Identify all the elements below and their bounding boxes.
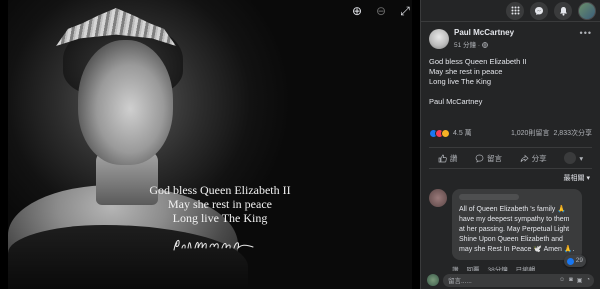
comment-input[interactable]: 留言...... ☺ ◙ ▣ ◔ [443, 273, 594, 287]
comment-icon [475, 154, 484, 163]
share-button[interactable]: 分享 [520, 153, 547, 164]
account-avatar[interactable] [578, 1, 596, 20]
comment-reaction-badge[interactable]: 29 [563, 255, 586, 267]
comment-item: All of Queen Elizabeth 's family 🙏 have … [421, 183, 600, 267]
globe-avatar-icon [564, 152, 577, 164]
notifications-icon[interactable] [554, 1, 572, 20]
comment-button[interactable]: 留言 [475, 153, 502, 164]
photo-viewer: God bless Queen Elizabeth II May she res… [0, 0, 420, 289]
post-side-panel: Paul McCartney 51 分鐘 · ••• God bless Que… [420, 0, 600, 289]
facebook-photo-viewer: God bless Queen Elizabeth II May she res… [0, 0, 600, 289]
comment-bubble: All of Queen Elizabeth 's family 🙏 have … [452, 189, 586, 267]
comment-sort-selector[interactable]: 最相關 ▾ [421, 169, 600, 183]
comment-text: All of Queen Elizabeth 's family 🙏 have … [459, 206, 575, 253]
post-author[interactable]: Paul McCartney [454, 28, 514, 37]
reaction-icons[interactable] [429, 128, 450, 138]
public-globe-icon: · [478, 41, 488, 49]
reactions-count[interactable]: 4.5 萬 [453, 128, 472, 138]
like-button[interactable]: 讚 [438, 153, 457, 164]
comment-composer: 留言...... ☺ ◙ ▣ ◔ [421, 271, 600, 289]
post-stats: 4.5 萬 1,020則留言 2,833次分享 [421, 127, 600, 139]
like-reaction-icon [566, 257, 574, 265]
chevron-down-icon: ▾ [579, 153, 584, 163]
post-more-options-icon[interactable]: ••• [580, 28, 592, 38]
audience-selector[interactable]: ▾ [564, 152, 583, 164]
zoom-in-icon[interactable]: ⊕ [350, 4, 364, 18]
commenter-avatar[interactable] [429, 189, 447, 207]
camera-icon[interactable]: ◙ [569, 277, 573, 284]
post-time[interactable]: 51 分鐘 [454, 42, 476, 49]
messenger-icon[interactable] [530, 1, 548, 20]
photo-quote-text: God bless Queen Elizabeth II May she res… [149, 183, 291, 225]
paul-mccartney-signature [173, 239, 254, 251]
shares-count[interactable]: 2,833次分享 [553, 128, 592, 138]
sticker-icon[interactable]: ◔ [586, 277, 590, 284]
thumbs-up-icon [438, 154, 447, 162]
zoom-out-icon[interactable]: ⊖ [374, 4, 388, 18]
composer-avatar [427, 274, 439, 286]
menu-grid-icon[interactable] [506, 1, 524, 20]
post-text: God bless Queen Elizabeth II May she res… [429, 57, 527, 106]
author-avatar[interactable] [429, 28, 449, 49]
fullscreen-icon[interactable]: ⤢ [398, 4, 412, 18]
commenter-name-redacted[interactable] [459, 194, 519, 200]
post-action-bar: 讚 留言 分享 ▾ [429, 147, 592, 169]
top-navigation [421, 0, 600, 22]
share-icon [520, 154, 529, 162]
emoji-icon[interactable]: ☺ [559, 277, 565, 284]
viewer-toolbar: ⊕ ⊖ ⤢ [350, 4, 412, 19]
comments-count[interactable]: 1,020則留言 [511, 128, 550, 138]
post-header: Paul McCartney 51 分鐘 · ••• [421, 22, 600, 53]
care-reaction-icon [441, 128, 450, 138]
post-meta: 51 分鐘 · [454, 39, 514, 49]
gif-icon[interactable]: ▣ [577, 277, 583, 284]
